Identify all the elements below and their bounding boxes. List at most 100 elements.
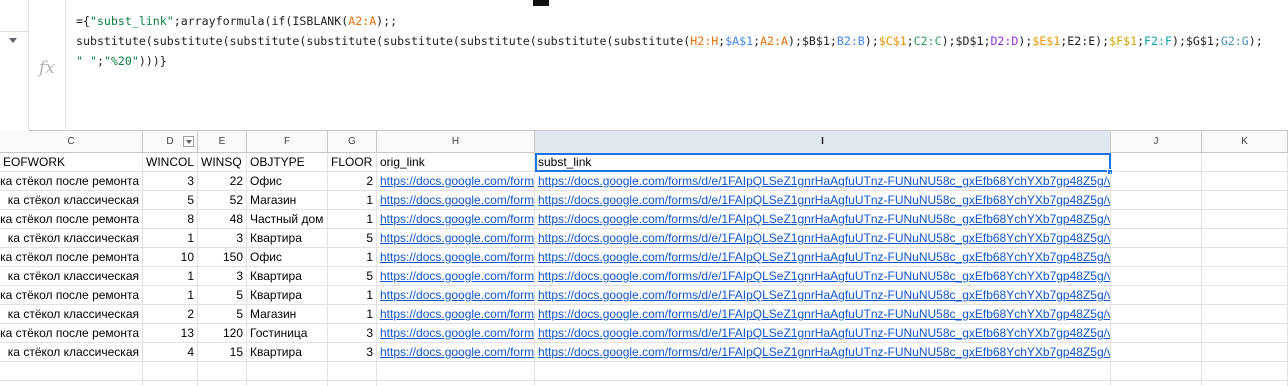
cell[interactable]: WINCOL bbox=[143, 153, 198, 172]
cell[interactable]: 1 bbox=[143, 286, 198, 305]
cell[interactable]: ка стёкол после ремонта bbox=[0, 286, 143, 305]
cell[interactable]: 3 bbox=[198, 229, 247, 248]
link-cell[interactable]: https://docs.google.com/form bbox=[377, 248, 535, 267]
cell[interactable]: ка стёкол классическая bbox=[0, 191, 143, 210]
cell[interactable]: Частный дом bbox=[247, 210, 328, 229]
cell[interactable]: Квартира bbox=[247, 229, 328, 248]
cell[interactable] bbox=[198, 362, 247, 381]
name-box[interactable] bbox=[0, 0, 28, 131]
link-cell[interactable]: https://docs.google.com/forms/d/e/1FAIpQ… bbox=[535, 343, 1111, 362]
cell[interactable] bbox=[143, 362, 198, 381]
cell[interactable]: Гостиница bbox=[247, 324, 328, 343]
link-cell[interactable] bbox=[377, 362, 535, 381]
column-header-k[interactable]: K bbox=[1202, 131, 1288, 153]
cell[interactable]: 1 bbox=[328, 286, 377, 305]
link-cell[interactable]: https://docs.google.com/form bbox=[377, 191, 535, 210]
link-cell[interactable]: https://docs.google.com/form bbox=[377, 324, 535, 343]
cell[interactable]: 4 bbox=[143, 343, 198, 362]
cell[interactable]: 2 bbox=[143, 305, 198, 324]
cell[interactable]: 3 bbox=[328, 343, 377, 362]
cell[interactable]: 5 bbox=[143, 191, 198, 210]
cell[interactable]: WINSQ bbox=[198, 153, 247, 172]
cell[interactable] bbox=[1202, 324, 1288, 343]
cell[interactable]: Квартира bbox=[247, 343, 328, 362]
cell[interactable]: Магазин bbox=[247, 191, 328, 210]
link-cell[interactable]: https://docs.google.com/forms/d/e/1FAIpQ… bbox=[535, 305, 1111, 324]
cell[interactable]: ка стёкол после ремонта bbox=[0, 210, 143, 229]
cell[interactable] bbox=[1111, 267, 1202, 286]
cell[interactable]: EOFWORK bbox=[0, 153, 143, 172]
cell[interactable] bbox=[198, 381, 247, 386]
cell[interactable] bbox=[328, 362, 377, 381]
column-header-i[interactable]: I bbox=[535, 131, 1111, 153]
cell[interactable]: 1 bbox=[328, 248, 377, 267]
cell[interactable] bbox=[1202, 343, 1288, 362]
cell[interactable] bbox=[1202, 210, 1288, 229]
cell[interactable]: 48 bbox=[198, 210, 247, 229]
cell[interactable]: Квартира bbox=[247, 267, 328, 286]
cell[interactable]: 1 bbox=[143, 267, 198, 286]
cell[interactable] bbox=[1202, 267, 1288, 286]
cell[interactable] bbox=[1111, 381, 1202, 386]
cell[interactable]: 3 bbox=[328, 324, 377, 343]
cell[interactable]: 8 bbox=[143, 210, 198, 229]
cell[interactable] bbox=[1202, 286, 1288, 305]
cell[interactable]: orig_link bbox=[377, 153, 535, 172]
cell[interactable] bbox=[1111, 191, 1202, 210]
column-header-j[interactable]: J bbox=[1111, 131, 1202, 153]
cell[interactable] bbox=[143, 381, 198, 386]
column-header-e[interactable]: E bbox=[198, 131, 247, 153]
column-header-g[interactable]: G bbox=[328, 131, 377, 153]
cell[interactable] bbox=[1202, 229, 1288, 248]
chevron-down-icon[interactable] bbox=[9, 38, 17, 43]
column-header-f[interactable]: F bbox=[247, 131, 328, 153]
link-cell[interactable]: https://docs.google.com/forms/d/e/1FAIpQ… bbox=[535, 248, 1111, 267]
cell[interactable]: ка стёкол после ремонта bbox=[0, 172, 143, 191]
cell[interactable]: 13 bbox=[143, 324, 198, 343]
cell[interactable] bbox=[1111, 305, 1202, 324]
cell[interactable]: 150 bbox=[198, 248, 247, 267]
cell[interactable]: 1 bbox=[328, 210, 377, 229]
link-cell[interactable]: https://docs.google.com/forms/d/e/1FAIpQ… bbox=[535, 191, 1111, 210]
cell[interactable]: 1 bbox=[328, 191, 377, 210]
link-cell[interactable]: https://docs.google.com/forms/d/e/1FAIpQ… bbox=[535, 172, 1111, 191]
link-cell[interactable]: https://docs.google.com/forms/d/e/1FAIpQ… bbox=[535, 267, 1111, 286]
cell[interactable]: 5 bbox=[198, 286, 247, 305]
cell[interactable]: 52 bbox=[198, 191, 247, 210]
cell[interactable]: Офис bbox=[247, 172, 328, 191]
cell[interactable] bbox=[247, 381, 328, 386]
cell[interactable]: 3 bbox=[143, 172, 198, 191]
link-cell[interactable] bbox=[535, 362, 1111, 381]
link-cell[interactable]: https://docs.google.com/forms/d/e/1FAIpQ… bbox=[535, 229, 1111, 248]
cell[interactable]: 22 bbox=[198, 172, 247, 191]
cell[interactable]: ка стёкол классическая bbox=[0, 229, 143, 248]
filter-icon[interactable] bbox=[183, 136, 194, 147]
cell[interactable]: ка стёкол после ремонта bbox=[0, 324, 143, 343]
cell[interactable] bbox=[1111, 343, 1202, 362]
cell[interactable] bbox=[1111, 210, 1202, 229]
cell[interactable] bbox=[1111, 172, 1202, 191]
cell[interactable] bbox=[1202, 172, 1288, 191]
link-cell[interactable] bbox=[535, 381, 1111, 386]
cell[interactable] bbox=[1202, 381, 1288, 386]
cell[interactable]: 10 bbox=[143, 248, 198, 267]
cell[interactable] bbox=[1202, 248, 1288, 267]
cell[interactable] bbox=[1202, 362, 1288, 381]
column-header-c[interactable]: C bbox=[0, 131, 143, 153]
link-cell[interactable]: https://docs.google.com/form bbox=[377, 229, 535, 248]
cell[interactable] bbox=[0, 362, 143, 381]
cell[interactable] bbox=[247, 362, 328, 381]
cell[interactable]: 5 bbox=[328, 267, 377, 286]
link-cell[interactable] bbox=[377, 381, 535, 386]
link-cell[interactable]: https://docs.google.com/form bbox=[377, 210, 535, 229]
link-cell[interactable]: https://docs.google.com/form bbox=[377, 343, 535, 362]
cell[interactable]: 2 bbox=[328, 172, 377, 191]
cell[interactable]: 1 bbox=[143, 229, 198, 248]
link-cell[interactable]: https://docs.google.com/forms/d/e/1FAIpQ… bbox=[535, 210, 1111, 229]
link-cell[interactable]: https://docs.google.com/forms/d/e/1FAIpQ… bbox=[535, 324, 1111, 343]
cell[interactable]: Магазин bbox=[247, 305, 328, 324]
cell[interactable]: OBJTYPE bbox=[247, 153, 328, 172]
selected-cell[interactable]: subst_link bbox=[535, 153, 1111, 172]
cell[interactable] bbox=[1202, 191, 1288, 210]
link-cell[interactable]: https://docs.google.com/form bbox=[377, 286, 535, 305]
